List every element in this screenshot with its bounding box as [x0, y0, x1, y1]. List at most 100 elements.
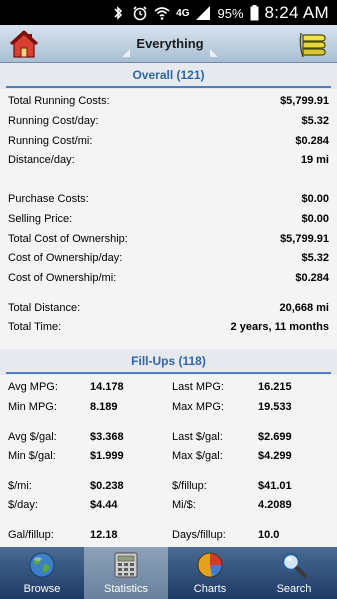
stat-row: Total Time: 2 years, 11 months: [8, 321, 329, 339]
overall-header-label: Overall (121): [132, 68, 205, 82]
stat-value: $5,799.91: [280, 95, 329, 107]
stat-row: Total Distance: 20,668 mi: [8, 302, 329, 320]
stat-label: Cost of Ownership/day:: [8, 252, 123, 264]
stat-cell: Min MPG: 8.189: [8, 401, 163, 419]
stat-label: Total Time:: [8, 321, 62, 333]
stat-label: Mi/$:: [172, 499, 196, 511]
home-icon[interactable]: [8, 28, 40, 60]
battery-level: 95%: [217, 5, 244, 21]
stat-label: Gal/fillup:: [8, 529, 54, 541]
stat-cell: Mi/$: 4.2089: [172, 499, 329, 517]
stat-value: $0.284: [295, 135, 329, 147]
alarm-icon: [133, 6, 147, 21]
stat-label: Running Cost/day:: [8, 115, 99, 127]
stat-cell: Last $/gal: $2.699: [172, 431, 329, 449]
bluetooth-icon: [114, 6, 123, 20]
stat-label: Avg $/gal:: [8, 431, 57, 443]
stat-row: Selling Price: $0.00: [8, 213, 329, 231]
stat-label: Total Cost of Ownership:: [8, 233, 128, 245]
stat-cell: Min $/gal: $1.999: [8, 450, 163, 468]
stat-value: $0.284: [295, 272, 329, 284]
stat-label: Max MPG:: [172, 401, 224, 413]
stat-label: Running Cost/mi:: [8, 135, 93, 147]
stat-row: Distance/day: 19 mi: [8, 154, 329, 172]
stat-cell: Avg MPG: 14.178: [8, 381, 163, 399]
stat-row: Purchase Costs: $0.00: [8, 193, 329, 211]
stat-value: $3.368: [90, 431, 124, 443]
menu-stack-icon[interactable]: [297, 28, 329, 60]
tab-label: Charts: [193, 583, 227, 595]
stat-label: Purchase Costs:: [8, 193, 89, 205]
stat-cell: Gal/fillup: 12.18: [8, 529, 163, 547]
stat-value: 2 years, 11 months: [230, 321, 329, 333]
stat-value: $0.238: [90, 480, 124, 492]
battery-icon: [250, 5, 259, 21]
stat-cell: Avg $/gal: $3.368: [8, 431, 163, 449]
tab-charts[interactable]: Charts: [168, 547, 252, 599]
tab-search[interactable]: Search: [252, 547, 336, 599]
stat-value: 20,668 mi: [279, 302, 329, 314]
stat-value: 14.178: [90, 381, 124, 393]
stat-cell: Max MPG: 19.533: [172, 401, 329, 419]
stat-label: Selling Price:: [8, 213, 73, 225]
corner-right-decoration: [210, 49, 218, 57]
stat-value: $1.999: [90, 450, 124, 462]
stat-label: $/mi:: [8, 480, 32, 492]
stat-row: Total Running Costs: $5,799.91: [8, 95, 329, 113]
pie-chart-icon: [197, 552, 223, 578]
page-title: Everything: [136, 36, 204, 51]
stat-label: Days/fillup:: [172, 529, 226, 541]
stat-cell: $/day: $4.44: [8, 499, 163, 517]
stat-row: Cost of Ownership/day: $5.32: [8, 252, 329, 270]
stat-label: Min MPG:: [8, 401, 57, 413]
stat-value: $0.00: [301, 213, 329, 225]
vehicle-selector[interactable]: Everything: [120, 25, 220, 63]
stat-label: Last $/gal:: [172, 431, 223, 443]
stat-value: $5.32: [301, 252, 329, 264]
stat-label: Total Distance:: [8, 302, 81, 314]
stat-label: $/day:: [8, 499, 38, 511]
stat-value: 12.18: [90, 529, 118, 541]
stat-value: $5.32: [301, 115, 329, 127]
status-bar: 4G 95% 8:24 AM: [0, 0, 337, 25]
stat-cell: $/fillup: $41.01: [172, 480, 329, 498]
stat-value: $2.699: [258, 431, 292, 443]
tab-label: Search: [276, 583, 312, 595]
network-type: 4G: [176, 7, 190, 19]
magnifier-icon: [281, 552, 307, 578]
calculator-icon: [114, 552, 138, 578]
stat-label: Last MPG:: [172, 381, 224, 393]
globe-icon: [29, 552, 55, 578]
status-icons: 4G 95% 8:24 AM: [110, 3, 329, 23]
stat-label: Avg MPG:: [8, 381, 58, 393]
stat-value: 4.2089: [258, 499, 292, 511]
clock: 8:24 AM: [264, 3, 329, 22]
stat-value: $4.44: [90, 499, 118, 511]
tab-browse[interactable]: Browse: [0, 547, 84, 599]
statistics-content[interactable]: Overall (121) Total Running Costs: $5,79…: [0, 63, 337, 547]
stat-value: 16.215: [258, 381, 292, 393]
tab-label: Statistics: [103, 583, 148, 595]
stat-value: $41.01: [258, 480, 292, 492]
stat-cell: Max $/gal: $4.299: [172, 450, 329, 468]
stat-label: $/fillup:: [172, 480, 207, 492]
stat-value: 19.533: [258, 401, 292, 413]
signal-icon: [196, 6, 211, 20]
fillups-header-label: Fill-Ups (118): [131, 354, 206, 368]
overall-section-header: Overall (121): [0, 63, 337, 89]
tab-statistics[interactable]: Statistics: [84, 547, 168, 599]
stat-value: $4.299: [258, 450, 292, 462]
stat-value: 19 mi: [300, 154, 329, 166]
stat-cell: $/mi: $0.238: [8, 480, 163, 498]
stat-row: Cost of Ownership/mi: $0.284: [8, 272, 329, 290]
top-toolbar: Everything: [0, 25, 337, 63]
fillups-section-header: Fill-Ups (118): [0, 349, 337, 375]
stat-value: 8.189: [90, 401, 118, 413]
stat-value: $5,799.91: [280, 233, 329, 245]
stat-label: Total Running Costs:: [8, 95, 110, 107]
stat-row: Running Cost/mi: $0.284: [8, 135, 329, 153]
tab-label: Browse: [23, 583, 61, 595]
fillups-header-divider: [6, 372, 331, 374]
stat-row: Running Cost/day: $5.32: [8, 115, 329, 133]
stat-label: Min $/gal:: [8, 450, 56, 462]
